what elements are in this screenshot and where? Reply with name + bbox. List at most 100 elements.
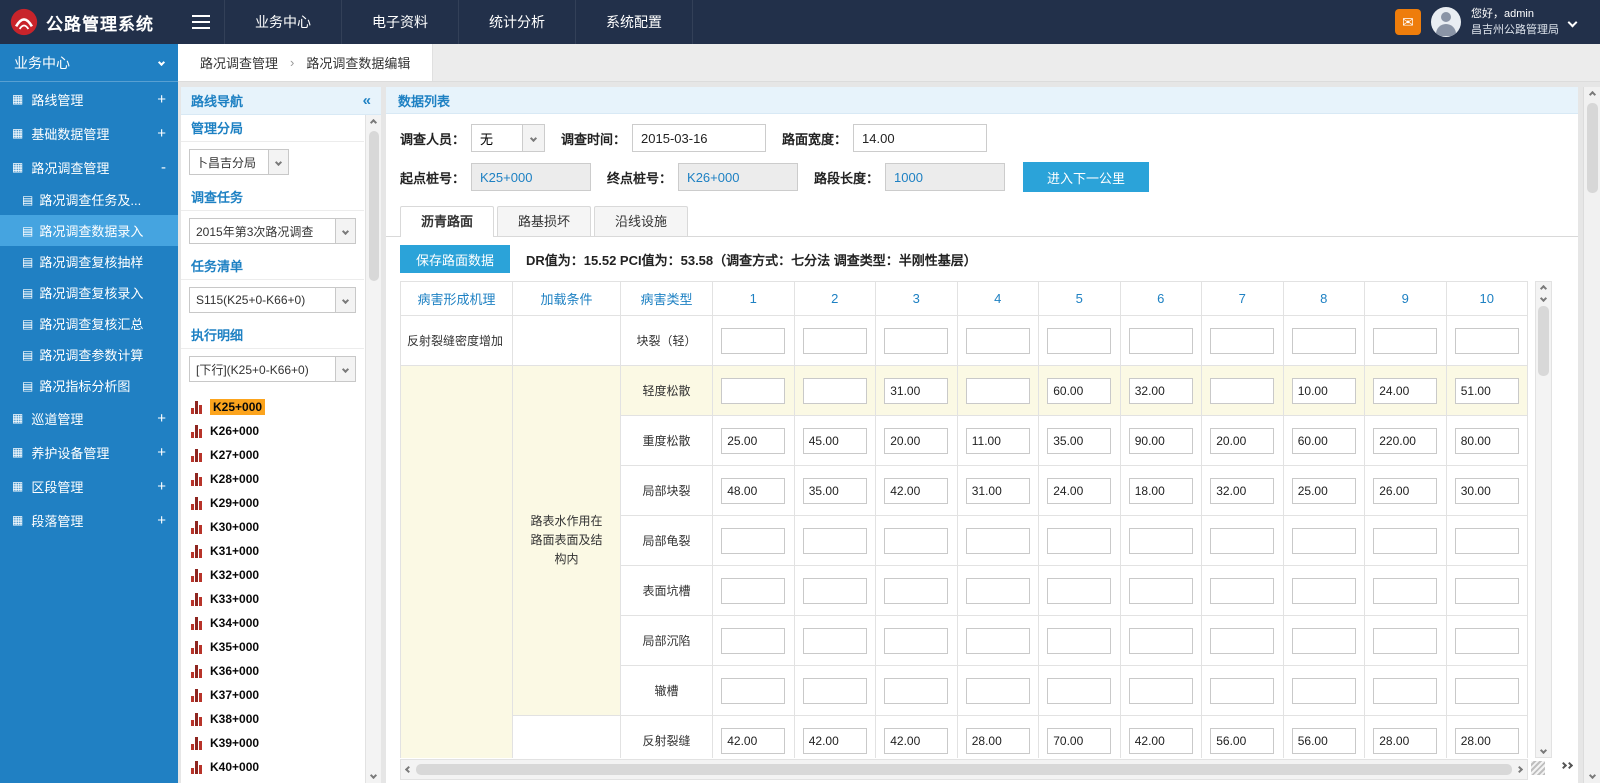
value-input[interactable] — [1047, 478, 1111, 504]
value-input[interactable] — [1292, 478, 1356, 504]
value-input[interactable] — [966, 328, 1030, 354]
tree-item[interactable]: K28+000 — [191, 467, 364, 491]
sidebar-item[interactable]: ▦巡道管理+ — [0, 401, 178, 435]
tree-item[interactable]: K29+000 — [191, 491, 364, 515]
chevron-down-icon[interactable] — [1568, 17, 1578, 27]
tree-item[interactable]: K37+000 — [191, 683, 364, 707]
value-input[interactable] — [1047, 678, 1111, 704]
value-input[interactable] — [1373, 728, 1437, 754]
value-input[interactable] — [803, 378, 867, 404]
filter-select[interactable]: 卜昌吉分局 — [189, 149, 289, 175]
value-input[interactable] — [721, 578, 785, 604]
tree-item[interactable]: K38+000 — [191, 707, 364, 731]
scroll-down-icon[interactable] — [1540, 295, 1547, 302]
tree-item[interactable]: K36+000 — [191, 659, 364, 683]
tree-item[interactable]: K40+000 — [191, 755, 364, 779]
value-input[interactable] — [884, 428, 948, 454]
value-input[interactable] — [1455, 728, 1519, 754]
scroll-down-icon[interactable] — [370, 772, 377, 779]
scrollbar-thumb[interactable] — [416, 764, 1512, 775]
tree-item[interactable]: K34+000 — [191, 611, 364, 635]
value-input[interactable] — [1373, 678, 1437, 704]
value-input[interactable] — [1129, 378, 1193, 404]
value-input[interactable] — [721, 678, 785, 704]
tab[interactable]: 沿线设施 — [594, 206, 688, 236]
value-input[interactable] — [721, 478, 785, 504]
sidebar-item[interactable]: ▦路线管理+ — [0, 82, 178, 116]
value-input[interactable] — [721, 428, 785, 454]
value-input[interactable] — [1455, 478, 1519, 504]
value-input[interactable] — [803, 528, 867, 554]
scrollbar-thumb[interactable] — [369, 131, 379, 281]
survey-time-input[interactable] — [632, 124, 766, 152]
value-input[interactable] — [1047, 428, 1111, 454]
value-input[interactable] — [884, 378, 948, 404]
breadcrumb-parent[interactable]: 路况调查管理 — [200, 53, 278, 72]
user-avatar[interactable] — [1431, 7, 1461, 37]
value-input[interactable] — [966, 628, 1030, 654]
value-input[interactable] — [721, 628, 785, 654]
tree-item[interactable]: K30+000 — [191, 515, 364, 539]
value-input[interactable] — [721, 728, 785, 754]
value-input[interactable] — [1455, 528, 1519, 554]
value-input[interactable] — [884, 578, 948, 604]
value-input[interactable] — [1129, 528, 1193, 554]
value-input[interactable] — [1210, 678, 1274, 704]
value-input[interactable] — [1129, 328, 1193, 354]
next-kilometer-button[interactable]: 进入下一公里 — [1023, 162, 1149, 192]
tree-item[interactable]: K27+000 — [191, 443, 364, 467]
value-input[interactable] — [1047, 528, 1111, 554]
value-input[interactable] — [884, 478, 948, 504]
value-input[interactable] — [1292, 728, 1356, 754]
value-input[interactable] — [1373, 478, 1437, 504]
value-input[interactable] — [1047, 728, 1111, 754]
value-input[interactable] — [1455, 378, 1519, 404]
value-input[interactable] — [1210, 728, 1274, 754]
value-input[interactable] — [1129, 478, 1193, 504]
value-input[interactable] — [1292, 578, 1356, 604]
value-input[interactable] — [966, 428, 1030, 454]
value-input[interactable] — [803, 428, 867, 454]
filter-select[interactable]: S115(K25+0-K66+0) — [189, 287, 356, 313]
table-vertical-scrollbar[interactable] — [1535, 281, 1552, 758]
sidebar-header[interactable]: 业务中心 — [0, 44, 178, 82]
tree-item[interactable]: K32+000 — [191, 563, 364, 587]
value-input[interactable] — [1129, 428, 1193, 454]
surveyor-select[interactable]: 无 — [471, 124, 545, 152]
value-input[interactable] — [1210, 478, 1274, 504]
scroll-up-icon[interactable] — [1540, 285, 1547, 292]
collapse-panel-icon[interactable]: « — [363, 92, 371, 109]
value-input[interactable] — [1373, 328, 1437, 354]
value-input[interactable] — [1292, 328, 1356, 354]
value-input[interactable] — [884, 728, 948, 754]
value-input[interactable] — [1292, 528, 1356, 554]
road-width-input[interactable] — [853, 124, 987, 152]
sidebar-subitem[interactable]: ▤路况指标分析图 — [0, 370, 178, 401]
scroll-left-icon[interactable] — [405, 766, 412, 773]
value-input[interactable] — [803, 578, 867, 604]
value-input[interactable] — [803, 728, 867, 754]
value-input[interactable] — [721, 528, 785, 554]
value-input[interactable] — [1047, 628, 1111, 654]
value-input[interactable] — [966, 378, 1030, 404]
scroll-down-icon[interactable] — [1588, 772, 1595, 779]
filter-select[interactable]: [下行](K25+0-K66+0) — [189, 356, 356, 382]
value-input[interactable] — [1373, 628, 1437, 654]
tree-item[interactable]: K41+000 — [191, 779, 364, 783]
topnav-item[interactable]: 统计分析 — [458, 0, 575, 44]
save-surface-data-button[interactable]: 保存路面数据 — [400, 245, 510, 273]
scroll-up-icon[interactable] — [1588, 91, 1595, 98]
value-input[interactable] — [1292, 628, 1356, 654]
value-input[interactable] — [884, 628, 948, 654]
value-input[interactable] — [884, 528, 948, 554]
scroll-right-icon[interactable] — [1516, 766, 1523, 773]
scroll-down-icon[interactable] — [1540, 747, 1547, 754]
tab[interactable]: 路基损坏 — [497, 206, 591, 236]
resize-grip[interactable] — [1531, 761, 1545, 775]
tree-item[interactable]: K33+000 — [191, 587, 364, 611]
sidebar-subitem[interactable]: ▤路况调查数据录入 — [0, 215, 178, 246]
value-input[interactable] — [1455, 678, 1519, 704]
scrollbar-thumb[interactable] — [1587, 103, 1598, 193]
hamburger-menu-icon[interactable] — [178, 0, 224, 44]
tree-item[interactable]: K31+000 — [191, 539, 364, 563]
